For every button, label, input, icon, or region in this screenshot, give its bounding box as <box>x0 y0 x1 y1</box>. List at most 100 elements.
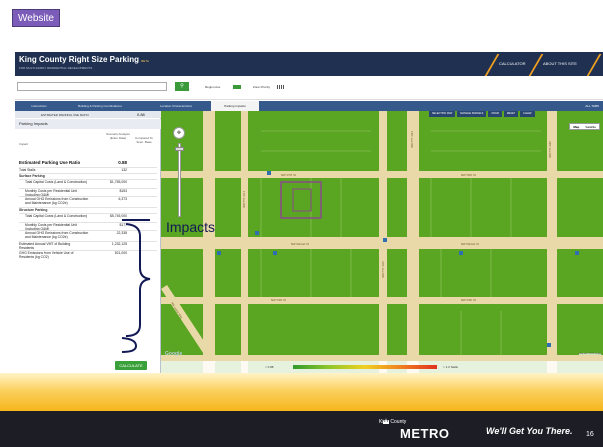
nav-calculator[interactable]: CALCULATOR <box>499 61 526 66</box>
legend-label-region: Region Ave <box>205 85 221 89</box>
street-label: NW Market St <box>461 242 479 246</box>
row-divider <box>19 207 157 208</box>
scale-min-label: < 0.88 <box>265 365 274 369</box>
row-divider <box>19 167 157 168</box>
street-horizontal <box>161 171 603 178</box>
map-tool-clear[interactable]: CLEAR <box>520 111 535 117</box>
impacts-row-label: Estimated Parking Use Ratio <box>19 160 81 165</box>
logo-metro: METRO <box>400 426 450 441</box>
transit-stop-icon[interactable] <box>217 251 221 255</box>
search-icon: ⚲ <box>180 83 184 89</box>
street-label: 15th Ave NW <box>410 131 414 148</box>
parking-ratio-label: ESTIMATED PARKING USE RATIO <box>41 113 89 117</box>
street-horizontal <box>161 297 603 304</box>
footer-band <box>0 373 603 411</box>
map-view[interactable]: NW 57th St NW 56th St NW Market St NW Ma… <box>161 111 603 373</box>
nav-separator <box>586 54 602 76</box>
scale-gradient <box>293 365 437 369</box>
impacts-row-label: Structure Parking <box>19 208 48 212</box>
impacts-row-value: 1,232,125 <box>111 242 127 246</box>
page-number: 16 <box>586 431 594 438</box>
street-label: NW 54th St <box>271 298 286 302</box>
map-tool-manage[interactable]: MANAGE PARCELS <box>457 111 487 117</box>
transit-stop-icon[interactable] <box>267 171 271 175</box>
tab-instructions[interactable]: Instructions <box>21 101 57 111</box>
row-divider <box>19 196 157 197</box>
transit-stop-icon[interactable] <box>273 251 277 255</box>
street-label: NW 54th St <box>461 298 476 302</box>
search-bar: ⚲ Region Ave Zone Priority <box>15 76 603 100</box>
map-type-map[interactable]: Map <box>570 124 582 129</box>
col-head-scenario: Scenario Analysis (Enter Data) <box>106 132 130 140</box>
legend-swatch-region <box>233 85 241 89</box>
slide: Website King County Right Size Parking B… <box>0 0 603 447</box>
zoom-slider-thumb[interactable] <box>175 147 184 151</box>
row-divider <box>19 188 157 189</box>
app-title: King County Right Size Parking BETA <box>19 55 149 64</box>
nav-separator <box>528 54 544 76</box>
app-subtitle: FOR MULTI-FAMILY RESIDENTIAL DEVELOPMENT… <box>19 66 93 70</box>
row-divider <box>19 173 157 174</box>
search-button[interactable]: ⚲ <box>175 82 189 91</box>
row-divider <box>19 250 157 251</box>
tagline: We'll Get You There. <box>486 426 573 436</box>
pan-control[interactable]: ✥ <box>173 127 185 139</box>
row-divider <box>19 179 157 180</box>
map-canvas[interactable]: NW 57th St NW 56th St NW Market St NW Ma… <box>161 111 603 373</box>
transit-stop-icon[interactable] <box>383 238 387 242</box>
street-label: 24th Ave NW <box>548 141 552 158</box>
transit-stop-icon[interactable] <box>459 251 463 255</box>
impacts-row-value: $5,745,000 <box>110 214 127 218</box>
app-header: King County Right Size Parking BETA FOR … <box>15 52 603 76</box>
zoom-slider[interactable] <box>178 143 181 217</box>
tab-building-parking[interactable]: Building & Parking Combinations <box>63 101 137 111</box>
app-screenshot: King County Right Size Parking BETA FOR … <box>15 52 603 373</box>
impacts-row-value: 22,338 <box>116 231 127 235</box>
impacts-row-value: $1,755,000 <box>110 180 127 184</box>
legend-label-zone: Zone Priority <box>253 85 271 89</box>
impacts-row-label: Total Stalls <box>19 168 36 172</box>
row-divider <box>19 213 157 214</box>
row-divider <box>19 230 157 231</box>
impacts-row-label: Estimated Annual VMT of Building Residen… <box>19 242 71 250</box>
panel-header: ESTIMATED PARKING USE RATIO 0.88 <box>15 111 161 118</box>
transit-stop-icon[interactable] <box>255 231 259 235</box>
street-label: NW Market St <box>291 242 309 246</box>
calculate-button[interactable]: CALCULATE <box>115 361 147 370</box>
nav-separator <box>484 54 500 76</box>
impacts-row-value: $153 <box>119 189 127 193</box>
logo-king-county: King County <box>379 419 407 425</box>
transit-stop-icon[interactable] <box>575 251 579 255</box>
row-divider <box>19 222 157 223</box>
map-type-toggle: Map Satellite <box>569 123 600 130</box>
legend-swatch-zone <box>277 85 285 89</box>
impacts-row-label: GHG Emissions from Vehicle Use of Reside… <box>19 251 74 259</box>
map-tool-reset[interactable]: RESET <box>503 111 519 117</box>
row-divider <box>19 241 157 242</box>
nav-about[interactable]: ABOUT THIS SITE <box>543 61 577 66</box>
tab-bar: Instructions Building & Parking Combinat… <box>15 101 603 111</box>
map-type-satellite[interactable]: Satellite <box>582 124 599 129</box>
impacts-row-label: Annual GHG Emissions from Construction a… <box>25 197 89 205</box>
map-toolbar: SELECTION MAP MANAGE PARCELS ZOOM RESET … <box>429 111 535 117</box>
tab-location[interactable]: Location Characteristics <box>145 101 207 111</box>
col-head-compare: Compared To Scen. Base <box>135 136 153 144</box>
street-label: 20th Ave NW <box>381 261 385 278</box>
impacts-row-label: Annual GHG Emissions from Construction a… <box>25 231 89 239</box>
map-tool-zoom[interactable]: ZOOM <box>488 111 502 117</box>
impacts-row-value: 6,373 <box>118 197 128 201</box>
street-label: NW 56th St <box>461 173 476 177</box>
impacts-row-label: Surface Parking <box>19 174 45 178</box>
transit-stop-icon[interactable] <box>547 343 551 347</box>
impacts-panel: ESTIMATED PARKING USE RATIO 0.88 Parking… <box>15 111 161 373</box>
street-label: 17th Ave NW <box>242 191 246 208</box>
map-tool-selection[interactable]: SELECTION MAP <box>429 111 456 117</box>
search-input[interactable] <box>17 82 167 91</box>
scale-max-label: > 1.2 Stalls <box>443 365 458 369</box>
impacts-row-label: Total Capital Costs (Land & Construction… <box>25 180 88 184</box>
all-tabs-link[interactable]: ALL TABS <box>585 101 599 111</box>
impacts-row-value: 0.88 <box>118 160 127 165</box>
parking-ratio-value: 0.88 <box>137 112 145 117</box>
map-attribution[interactable]: Map data ©2013 Google <box>579 353 601 355</box>
tab-parking-impacts[interactable]: Parking Impacts <box>211 101 259 111</box>
